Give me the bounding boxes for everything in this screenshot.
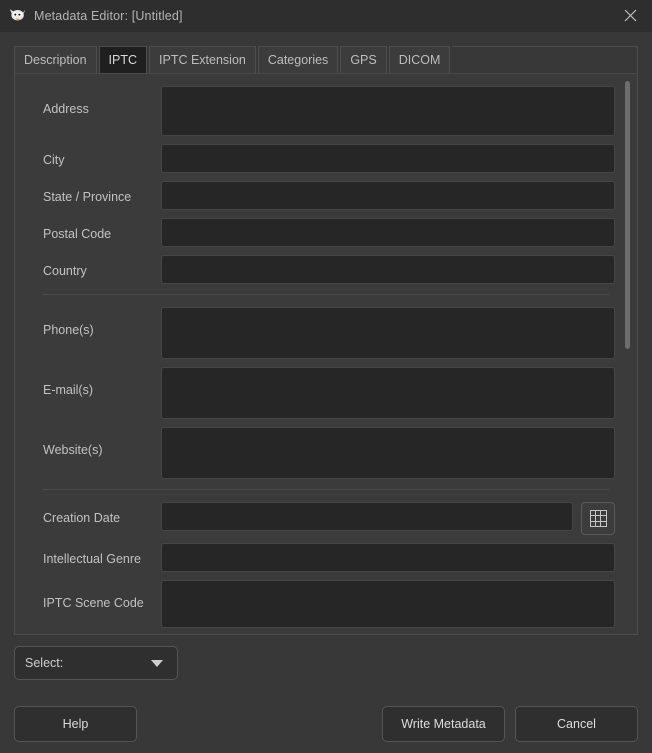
field-row-postal-code: Postal Code [15, 218, 637, 247]
tab-description[interactable]: Description [14, 46, 97, 73]
input-phones[interactable] [161, 307, 615, 359]
tabstrip: Description IPTC IPTC Extension Categori… [14, 45, 638, 74]
calendar-icon [590, 510, 607, 527]
chevron-down-icon [151, 660, 163, 667]
input-websites[interactable] [161, 427, 615, 479]
label-country: Country [29, 255, 161, 278]
input-country[interactable] [161, 255, 615, 284]
window-title: Metadata Editor: [Untitled] [34, 9, 183, 23]
iptc-form-panel: Address City State / Province Postal Cod… [14, 74, 638, 635]
field-row-websites: Website(s) [15, 427, 637, 479]
select-dropdown-label: Select: [25, 656, 63, 670]
field-row-phones: Phone(s) [15, 307, 637, 359]
calendar-picker-button[interactable] [581, 502, 615, 535]
scrollbar-thumb[interactable] [625, 81, 630, 349]
form-group-address: Address City State / Province Postal Cod… [15, 86, 637, 635]
vertical-scrollbar[interactable] [622, 78, 633, 630]
write-metadata-button[interactable]: Write Metadata [382, 706, 505, 742]
label-websites: Website(s) [29, 427, 161, 457]
input-address[interactable] [161, 86, 615, 136]
input-creation-date[interactable] [161, 502, 573, 531]
dialog-button-bar: Help Write Metadata Cancel [14, 706, 638, 742]
tab-dicom[interactable]: DICOM [389, 46, 451, 73]
group-separator-1 [43, 294, 609, 295]
field-row-state-province: State / Province [15, 181, 637, 210]
field-row-iptc-scene-code: IPTC Scene Code [15, 580, 637, 628]
cancel-button[interactable]: Cancel [515, 706, 638, 742]
input-intellectual-genre[interactable] [161, 543, 615, 572]
input-city[interactable] [161, 144, 615, 173]
label-phones: Phone(s) [29, 307, 161, 337]
input-emails[interactable] [161, 367, 615, 419]
field-row-creation-date: Creation Date [15, 502, 637, 535]
tabstrip-container: Description IPTC IPTC Extension Categori… [0, 32, 652, 74]
titlebar: Metadata Editor: [Untitled] [0, 0, 652, 32]
field-row-address: Address [15, 86, 637, 136]
tab-iptc-extension[interactable]: IPTC Extension [149, 46, 256, 73]
field-row-intellectual-genre: Intellectual Genre [15, 543, 637, 572]
group-separator-2 [43, 489, 609, 490]
label-city: City [29, 144, 161, 167]
tab-iptc[interactable]: IPTC [99, 46, 147, 73]
input-postal-code[interactable] [161, 218, 615, 247]
label-emails: E-mail(s) [29, 367, 161, 397]
select-dropdown[interactable]: Select: [14, 646, 178, 680]
input-iptc-scene-code[interactable] [161, 580, 615, 628]
label-state-province: State / Province [29, 181, 161, 204]
field-row-country: Country [15, 255, 637, 284]
tab-categories[interactable]: Categories [258, 46, 338, 73]
iptc-form-scroll-area: Address City State / Province Postal Cod… [15, 74, 637, 634]
label-creation-date: Creation Date [29, 502, 161, 525]
dialog-footer: Select: Help Write Metadata Cancel [0, 635, 652, 753]
help-button[interactable]: Help [14, 706, 137, 742]
metadata-editor-window: Metadata Editor: [Untitled] Description … [0, 0, 652, 753]
input-state-province[interactable] [161, 181, 615, 210]
field-row-city: City [15, 144, 637, 173]
wilber-icon [9, 7, 26, 24]
label-intellectual-genre: Intellectual Genre [29, 543, 161, 566]
label-postal-code: Postal Code [29, 218, 161, 241]
close-icon[interactable] [608, 0, 652, 31]
field-row-emails: E-mail(s) [15, 367, 637, 419]
tab-gps[interactable]: GPS [340, 46, 386, 73]
tabstrip-filler [452, 46, 638, 73]
label-address: Address [29, 86, 161, 116]
label-iptc-scene-code: IPTC Scene Code [29, 580, 161, 610]
